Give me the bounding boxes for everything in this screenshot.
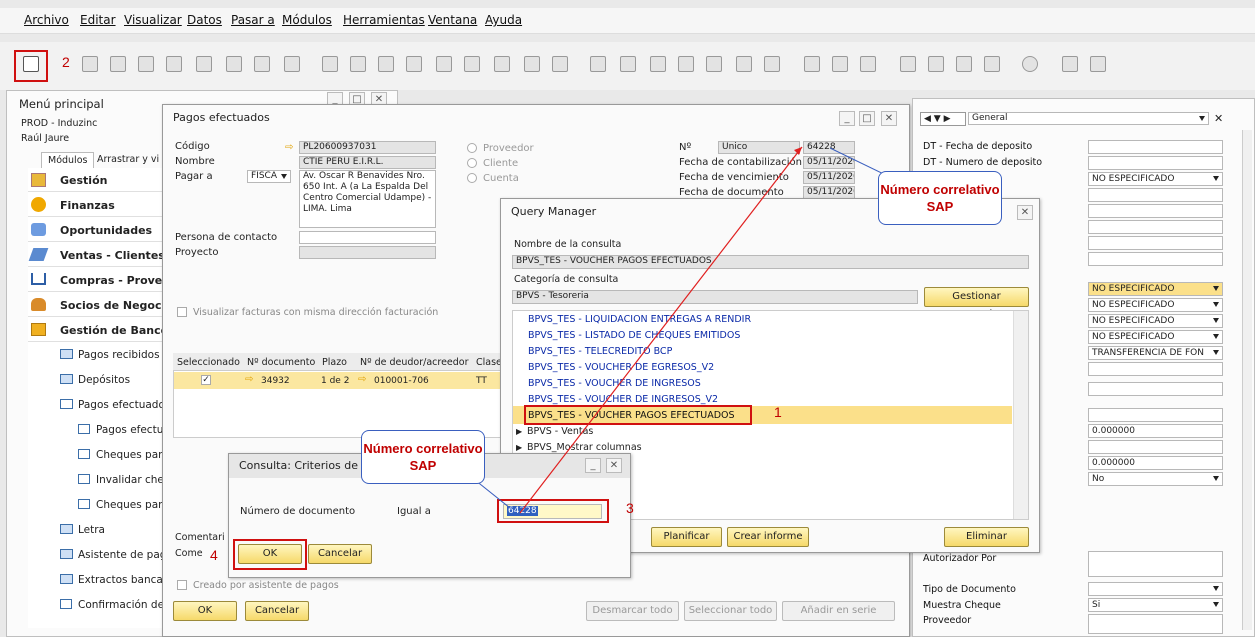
annotation-arrows — [474, 146, 893, 514]
callout-pointer — [474, 479, 511, 509]
callout-top: Número correlativo SAP — [878, 171, 1002, 225]
red-arrowhead — [794, 147, 802, 155]
callout-bottom: Número correlativo SAP — [361, 430, 485, 484]
red-arrow — [519, 146, 803, 514]
